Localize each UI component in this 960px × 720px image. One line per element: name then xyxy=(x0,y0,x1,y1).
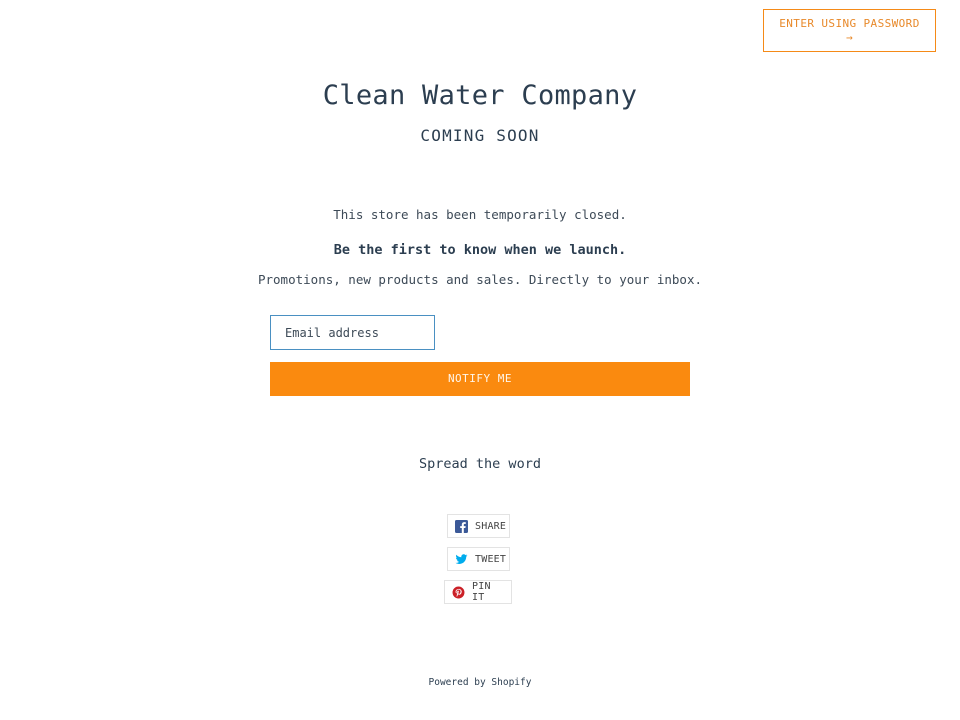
store-title: Clean Water Company xyxy=(322,80,638,111)
launch-heading: Be the first to know when we launch. xyxy=(333,242,627,258)
email-field[interactable] xyxy=(270,315,435,350)
twitter-tweet-button[interactable]: TWEET xyxy=(447,547,510,571)
password-button-label: ENTER USING PASSWORD xyxy=(779,17,920,30)
store-closed-message: This store has been temporarily closed. xyxy=(333,207,627,222)
promo-text: Promotions, new products and sales. Dire… xyxy=(257,272,702,287)
share-label: SHARE xyxy=(475,520,507,532)
notify-me-button[interactable]: NOTIFY ME xyxy=(270,362,690,396)
pin-it-label: PIN IT xyxy=(472,581,491,603)
pinterest-pin-button[interactable]: PIN IT xyxy=(444,580,512,604)
pinterest-icon xyxy=(452,586,465,599)
twitter-icon xyxy=(455,553,468,566)
arrow-right-icon: → xyxy=(845,31,854,44)
facebook-icon xyxy=(455,519,468,533)
spread-the-word-heading: Spread the word xyxy=(419,456,541,472)
facebook-share-button[interactable]: SHARE xyxy=(447,514,510,538)
enter-using-password-button[interactable]: ENTER USING PASSWORD → xyxy=(763,9,936,52)
tweet-label: TWEET xyxy=(475,553,507,565)
password-page: ENTER USING PASSWORD → Clean Water Compa… xyxy=(0,0,960,720)
coming-soon-subtitle: COMING SOON xyxy=(420,126,540,145)
powered-by-shopify-link[interactable]: Powered by Shopify xyxy=(0,677,960,688)
